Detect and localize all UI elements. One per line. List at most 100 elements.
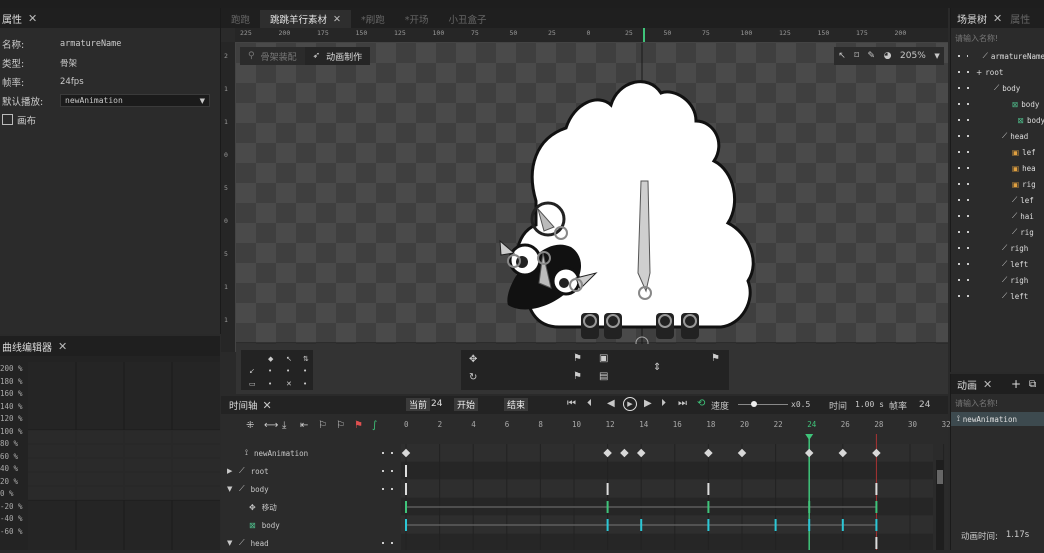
scene-tree-item[interactable]: ⟋ armatureName <box>951 48 1044 64</box>
animation-tab[interactable]: 动画 ✕ + ⧉ <box>951 374 1044 394</box>
lock-dot[interactable] <box>967 151 969 153</box>
tab-sheep-assets[interactable]: 跳跳羊行素材 ✕ <box>260 10 351 28</box>
select-all-icon[interactable]: ⁜ <box>246 420 254 431</box>
keyframe-bar[interactable] <box>606 501 609 513</box>
lock-dot[interactable] <box>967 135 969 137</box>
animation-search-input[interactable]: 请输入名称! <box>951 394 1044 412</box>
expand-arrow-icon[interactable]: ▶ <box>227 467 239 475</box>
keyframe-bar[interactable] <box>640 519 643 531</box>
lock-dot[interactable] <box>967 183 969 185</box>
curve-editor-tab[interactable]: 曲线编辑器 ✕ <box>0 336 220 356</box>
next-frame-icon[interactable]: ⏵ <box>661 398 666 409</box>
playhead-handle[interactable] <box>805 434 814 440</box>
flag-icon[interactable]: ⚑ <box>573 353 582 364</box>
visibility-dot[interactable] <box>958 167 960 169</box>
flag-add-icon[interactable]: ⚐ <box>336 420 345 431</box>
visibility-dot[interactable] <box>382 542 384 544</box>
lock-dot[interactable] <box>967 103 969 105</box>
expand-arrow-icon[interactable]: ▼ <box>227 485 239 493</box>
flag-icon[interactable]: ⚑ <box>711 353 720 364</box>
scene-tree-item[interactable]: ⟋ hai <box>951 208 1044 224</box>
scene-tree-item[interactable]: ⟋ head <box>951 128 1044 144</box>
scene-tree-item[interactable]: ▣ lef <box>951 144 1044 160</box>
track-body[interactable]: ▼ ⟋ body <box>221 480 401 498</box>
properties-tab[interactable]: 属性 <box>1010 11 1030 26</box>
key-left-icon[interactable]: ⇤ <box>300 420 308 431</box>
lock-dot[interactable] <box>966 55 969 57</box>
expand-arrow-icon[interactable]: ▼ <box>227 539 239 547</box>
keyframe-bar[interactable] <box>707 501 710 513</box>
keyframe-bar[interactable] <box>774 519 777 531</box>
stage-canvas[interactable]: ⚲ 骨架装配 ➶ 动画制作 ↖ ⌑ ✎ ◕ 205% ▼ <box>236 43 948 344</box>
move-icon[interactable]: ✥ <box>469 354 477 365</box>
visibility-dot[interactable] <box>958 119 960 121</box>
scene-tree-item[interactable]: ⟋ body <box>951 80 1044 96</box>
track-body-move[interactable]: ✥ 移动 <box>221 498 401 516</box>
cursor-icon[interactable] <box>391 452 393 454</box>
lock-dot[interactable] <box>391 488 393 490</box>
lock-dot[interactable] <box>967 295 969 297</box>
tab-shuapao[interactable]: *刷跑 <box>351 10 395 28</box>
scene-tree-item[interactable]: ⟋ lef <box>951 192 1044 208</box>
keyframe-bar[interactable] <box>875 519 878 531</box>
close-icon[interactable]: ✕ <box>263 399 272 412</box>
visibility-dot[interactable] <box>958 263 960 265</box>
track-head[interactable]: ▼ ⟋ head <box>221 534 401 552</box>
scene-tree-item[interactable]: ⊠ body <box>951 112 1044 128</box>
flag-remove-icon[interactable]: ⚑ <box>354 420 363 431</box>
timeline-tab-label[interactable]: 时间轴 <box>229 398 258 412</box>
step-forward-icon[interactable]: ▶ <box>644 398 652 409</box>
animation-list-item[interactable]: ⟟ newAnimation <box>951 412 1044 426</box>
scene-tree-item[interactable]: ⟋ righ <box>951 240 1044 256</box>
lock-dot[interactable] <box>967 71 969 73</box>
visibility-dot[interactable] <box>958 295 960 297</box>
visibility-dot[interactable] <box>958 71 960 73</box>
close-icon[interactable]: ✕ <box>333 14 341 25</box>
speed-slider-handle[interactable] <box>751 401 757 407</box>
visibility-dot[interactable] <box>958 215 960 217</box>
align-tool-icons[interactable]: ◆ ↖ ⇅ ↙ • • • ▭ • ✕ • <box>241 350 313 390</box>
visibility-dot[interactable] <box>958 279 960 281</box>
lock-dot[interactable] <box>967 231 969 233</box>
paste-icon[interactable]: ▣ <box>599 353 608 364</box>
default-play-select[interactable]: newAnimation ▼ <box>60 94 210 107</box>
keyframe-bar[interactable] <box>707 519 710 531</box>
track-root[interactable]: ▶ ⟋ root <box>221 462 401 480</box>
keyframe-bar[interactable] <box>808 501 811 513</box>
lock-dot[interactable] <box>391 542 393 544</box>
flag-icon[interactable]: ⚑ <box>573 371 582 382</box>
visibility-dot[interactable] <box>958 55 960 57</box>
visibility-dot[interactable] <box>958 231 960 233</box>
visibility-dot[interactable] <box>958 151 960 153</box>
scene-tree-item[interactable]: ⟋ righ <box>951 272 1044 288</box>
step-back-icon[interactable]: ◀ <box>607 398 615 409</box>
properties-tab[interactable]: 属性 ✕ <box>0 8 220 28</box>
prev-frame-icon[interactable]: ⏴ <box>587 398 592 409</box>
play-icon[interactable]: ▶ <box>623 397 637 411</box>
loop-icon[interactable]: ⟲ <box>697 398 705 409</box>
scene-tree-item[interactable]: ▣ hea <box>951 160 1044 176</box>
visibility-dot[interactable] <box>958 247 960 249</box>
keyframe-bar[interactable] <box>875 537 878 549</box>
curve-grid[interactable] <box>28 362 220 550</box>
canvas-checkbox[interactable] <box>2 114 13 125</box>
lock-dot[interactable] <box>967 87 969 89</box>
key-down-icon[interactable]: ⤓ <box>282 420 286 431</box>
keyframe-bar[interactable] <box>841 519 844 531</box>
sheep-character[interactable] <box>236 43 948 344</box>
lock-dot[interactable] <box>967 247 969 249</box>
lock-dot[interactable] <box>391 470 393 472</box>
scene-tree-item[interactable]: ⟋ rig <box>951 224 1044 240</box>
scale-icon[interactable]: ⇕ <box>653 362 661 373</box>
visibility-dot[interactable] <box>382 488 384 490</box>
close-icon[interactable]: ✕ <box>993 12 1002 25</box>
skip-to-start-icon[interactable]: ⏮ <box>567 398 576 409</box>
visibility-dot[interactable] <box>958 183 960 185</box>
keyframe-bar[interactable] <box>405 483 407 495</box>
arrows-icon[interactable]: ⟷ <box>264 420 278 431</box>
close-icon[interactable]: ✕ <box>983 378 992 391</box>
flag-add-icon[interactable]: ⚐ <box>318 420 327 431</box>
visibility-dot[interactable] <box>958 87 960 89</box>
keyframe-bar[interactable] <box>875 483 878 495</box>
tab-clown-box[interactable]: 小丑盒子 <box>439 10 497 28</box>
